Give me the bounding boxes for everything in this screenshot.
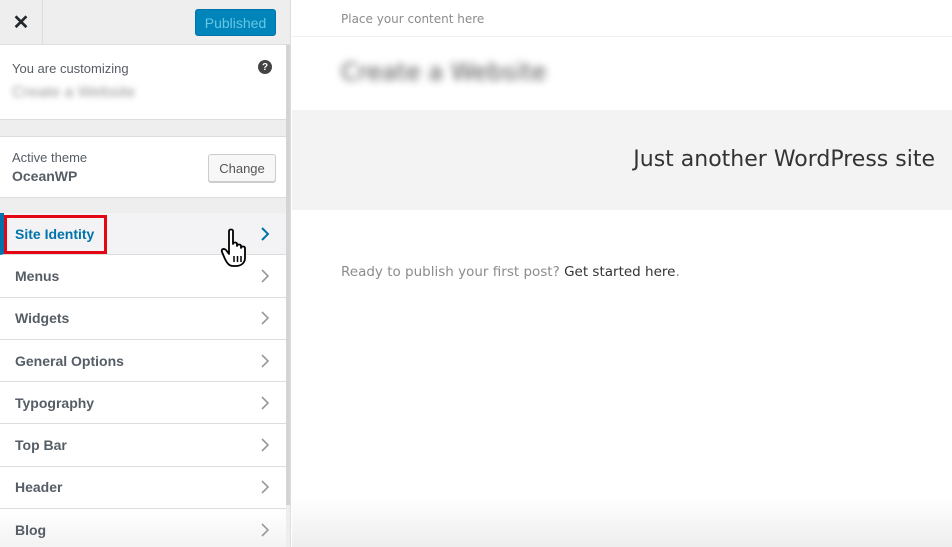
nav-item-label: Header: [15, 479, 63, 496]
nav-item-label: Blog: [15, 521, 47, 538]
site-preview: Place your content here Create a Website…: [292, 0, 952, 547]
chevron-right-icon: [260, 437, 270, 453]
chevron-right-icon: [260, 353, 270, 369]
nav-item-label: Top Bar: [15, 437, 67, 454]
bottom-fade: [292, 497, 952, 547]
help-icon[interactable]: ?: [258, 60, 272, 74]
customizer-header: ✕ Published: [0, 0, 290, 45]
nav-item-top-bar[interactable]: Top Bar: [0, 424, 286, 467]
nav-item-general-options[interactable]: General Options: [0, 339, 286, 383]
nav-item-blog[interactable]: Blog: [0, 509, 286, 547]
sidebar-scrollbar[interactable]: [286, 45, 290, 505]
preview-site-title[interactable]: Create a Website: [341, 58, 546, 86]
nav-item-typography[interactable]: Typography: [0, 382, 286, 425]
nav-item-site-identity[interactable]: Site Identity: [0, 213, 286, 256]
nav-item-label: Menus: [15, 267, 60, 284]
chevron-right-icon: [260, 226, 270, 242]
customizing-label: You are customizing: [12, 61, 129, 76]
chevron-right-icon: [260, 268, 270, 284]
get-started-link[interactable]: Get started here: [564, 264, 675, 280]
chevron-right-icon: [260, 395, 270, 411]
nav-item-label: Typography: [15, 394, 95, 411]
preview-top-bar: Place your content here: [292, 0, 952, 37]
nav-item-label: Widgets: [15, 310, 70, 327]
close-icon: ✕: [12, 12, 30, 34]
close-button[interactable]: ✕: [0, 0, 43, 45]
customizing-info: You are customizing Create a Website ?: [0, 45, 286, 120]
nav-item-header[interactable]: Header: [0, 466, 286, 510]
site-title: Create a Website: [12, 84, 136, 101]
no-posts-message: Ready to publish your first post? Get st…: [341, 264, 680, 280]
page-header-band: Just another WordPress site: [292, 110, 952, 210]
nav-item-label: General Options: [15, 352, 124, 369]
top-bar-text: Place your content here: [341, 12, 485, 26]
sidebar-scroll-area: You are customizing Create a Website ? A…: [0, 45, 286, 547]
active-theme-label: Active theme: [12, 150, 88, 165]
nav-item-menus[interactable]: Menus: [0, 255, 286, 298]
change-theme-button[interactable]: Change: [208, 154, 276, 182]
active-theme-section: Active theme OceanWP Change: [0, 136, 286, 198]
site-tagline: Just another WordPress site: [633, 147, 935, 172]
chevron-right-icon: [260, 310, 270, 326]
customizer-sidebar: ✕ Published You are customizing Create a…: [0, 0, 291, 547]
nav-item-widgets[interactable]: Widgets: [0, 297, 286, 340]
publish-button[interactable]: Published: [195, 9, 276, 36]
chevron-right-icon: [260, 522, 270, 538]
active-theme-name: OceanWP: [12, 168, 78, 184]
chevron-right-icon: [260, 479, 270, 495]
customizer-nav: Site Identity Menus Widgets General Opti…: [0, 213, 286, 547]
no-posts-text: Ready to publish your first post?: [341, 264, 565, 280]
no-posts-end: .: [675, 264, 680, 280]
nav-item-label: Site Identity: [15, 225, 95, 242]
